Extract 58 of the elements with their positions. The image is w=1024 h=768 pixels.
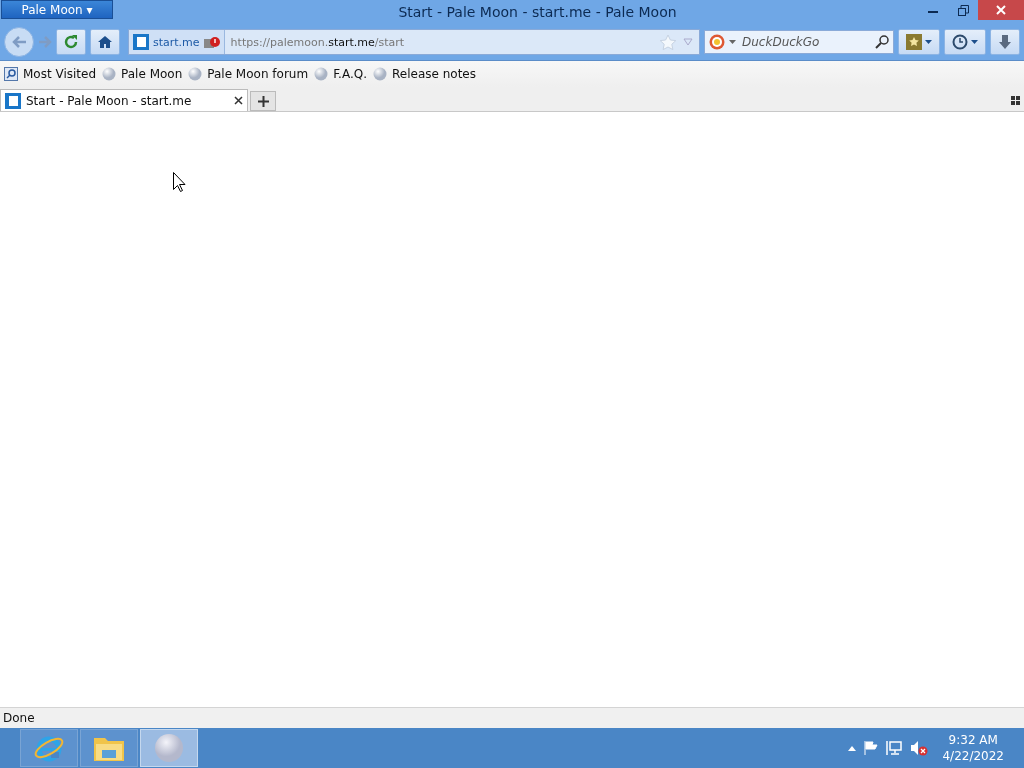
bookmarks-button[interactable] [898,29,940,55]
back-button[interactable] [4,27,34,57]
bookmark-link[interactable]: Pale Moon [102,67,183,81]
star-icon[interactable] [659,33,677,51]
globe-icon [102,67,117,81]
caret-icon [925,40,932,44]
folder-search-icon [4,67,18,81]
browser-tab[interactable]: Start - Pale Moon - start.me [0,89,248,111]
lock-warning-icon [203,36,220,48]
address-bar[interactable]: start.me https://palemoon.start.me/start [128,29,700,55]
clock[interactable]: 9:32 AM 4/22/2022 [942,732,1004,764]
history-button[interactable] [944,29,986,55]
caret-up-icon[interactable] [848,745,857,751]
downloads-button[interactable] [990,29,1020,55]
plus-icon [257,95,269,107]
status-text: Done [3,711,35,725]
network-icon[interactable] [886,740,903,756]
clock-date: 4/22/2022 [942,748,1004,764]
bookmark-link[interactable]: F.A.Q. [314,67,367,81]
clock-icon [952,34,968,50]
caret-icon [971,40,978,44]
close-icon [996,5,1006,15]
flag-icon[interactable] [864,741,879,755]
download-arrow-icon [998,34,1012,50]
globe-icon [373,67,387,81]
url-text: https://palemoon.start.me/start [229,35,406,49]
new-tab-button[interactable] [250,91,276,111]
bookmark-link[interactable]: Most Visited [4,67,97,81]
caret-icon [729,40,736,44]
home-icon [97,35,113,49]
close-button[interactable] [978,0,1024,20]
page-icon [133,34,149,50]
close-icon[interactable] [234,96,243,105]
moon-icon [154,733,184,763]
search-bar[interactable]: DuckDuckGo [704,30,894,54]
speaker-muted-icon[interactable] [910,740,929,756]
search-input[interactable]: DuckDuckGo [740,34,871,50]
taskbar-app-button[interactable] [80,729,138,767]
page-icon [5,92,21,109]
globe-icon [188,67,203,81]
clock-time: 9:32 AM [948,732,998,748]
bookmark-link[interactable]: Pale Moon forum [188,67,309,81]
restore-icon [957,4,969,16]
globe-icon [314,67,329,81]
site-identity[interactable]: start.me [129,30,225,54]
grid-icon[interactable] [1011,96,1020,105]
mouse-cursor-icon [173,172,186,192]
arrow-left-icon [11,35,27,49]
app-menu-button[interactable]: Pale Moon ▾ [1,0,113,19]
reload-button[interactable] [56,29,86,55]
search-icon[interactable] [875,35,889,49]
tab-title: Start - Pale Moon - start.me [26,93,193,108]
duck-icon [709,34,725,50]
home-button[interactable] [90,29,120,55]
bookmark-link[interactable]: Release notes [373,67,476,81]
window-title: Start - Pale Moon - start.me - Pale Moon [397,4,678,20]
site-name: start.me [153,35,200,49]
reload-icon [63,34,79,50]
